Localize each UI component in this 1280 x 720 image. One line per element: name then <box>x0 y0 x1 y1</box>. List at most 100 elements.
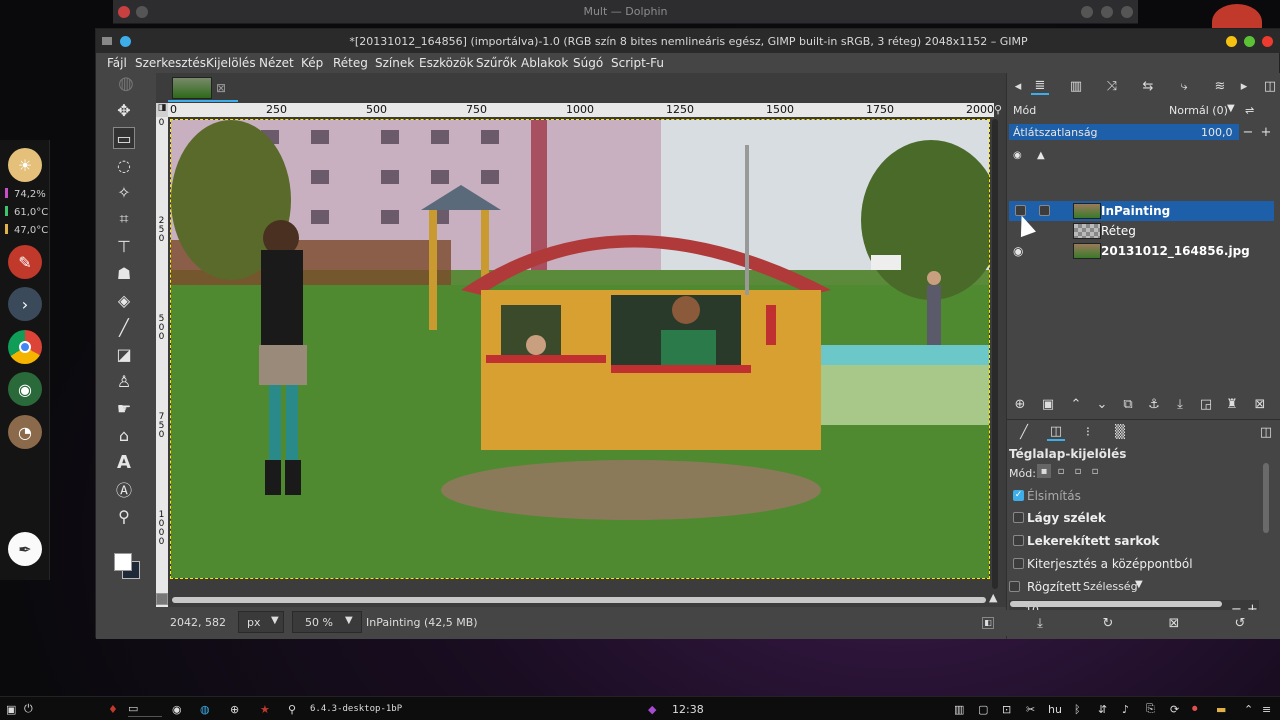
patterns-tab-icon[interactable]: ⁝ <box>1079 423 1097 441</box>
update-icon[interactable]: ⟳ <box>1170 701 1179 717</box>
menu-help[interactable]: Súgó <box>573 56 603 70</box>
zoom-select[interactable]: 50 % ▼ <box>292 611 362 633</box>
gparted-icon[interactable]: ✎ <box>8 245 42 279</box>
menu-colors[interactable]: Színek <box>375 56 414 70</box>
eraser-tool-icon[interactable]: ◪ <box>113 343 135 365</box>
menu-tools[interactable]: Eszközök <box>419 56 474 70</box>
image-tab-thumbnail[interactable] <box>172 77 212 99</box>
crop-tool-icon[interactable]: ⌗ <box>113 208 135 230</box>
duplicate-layer-icon[interactable]: ⧉ <box>1119 395 1137 413</box>
rect-select-tool-icon[interactable]: ▭ <box>113 127 135 149</box>
dolphin-maximize-button[interactable] <box>1101 6 1113 18</box>
brushes-tab-icon[interactable]: ⤷ <box>1175 77 1193 95</box>
expand-tray-icon[interactable]: ⌃ <box>1244 701 1253 717</box>
mode-intersect-icon[interactable]: ▫ <box>1088 464 1102 478</box>
antialias-checkbox[interactable]: ✓ <box>1013 490 1024 501</box>
earth-task-icon[interactable]: ◍ <box>200 701 210 717</box>
tab-close-icon[interactable]: ⊠ <box>216 81 226 95</box>
menu-view[interactable]: Nézet <box>259 56 294 70</box>
save-options-icon[interactable]: ⤓ <box>1031 614 1049 632</box>
layer-chain-toggle[interactable] <box>1039 205 1050 216</box>
network-icon[interactable]: ⇵ <box>1098 701 1107 717</box>
move-tool-icon[interactable]: ✥ <box>113 99 135 121</box>
gimp-icon[interactable]: ◔ <box>8 415 42 449</box>
layer-row[interactable]: Réteg <box>1009 221 1274 241</box>
menu-image[interactable]: Kép <box>301 56 323 70</box>
mode-replace-icon[interactable]: ▪ <box>1037 464 1051 478</box>
brush-tab-icon[interactable]: ╱ <box>1015 423 1033 441</box>
menu-filters[interactable]: Szűrők <box>476 56 517 70</box>
opacity-slider[interactable]: Átlátszatlanság 100,0 <box>1009 124 1239 140</box>
lock-icon[interactable]: ⊡ <box>1002 701 1011 717</box>
layers-alt-tab-icon[interactable]: ≋ <box>1211 77 1229 95</box>
layer-row[interactable]: InPainting <box>1009 201 1274 221</box>
merge-down-icon[interactable]: ⤓ <box>1171 395 1189 413</box>
smudge-tool-icon[interactable]: ☛ <box>113 397 135 419</box>
mask-icon[interactable]: ◲ <box>1197 395 1215 413</box>
measure-tool-icon[interactable]: Ⓐ <box>113 478 135 500</box>
scissors-icon[interactable]: ✂ <box>1026 701 1035 717</box>
options-menu-icon[interactable]: ◫ <box>1257 423 1275 441</box>
mic-muted-icon[interactable]: ⏺ <box>1192 701 1198 717</box>
rounded-checkbox[interactable] <box>1013 535 1024 546</box>
app-launcher-icon[interactable]: ▣ <box>6 701 16 717</box>
anchor-icon[interactable]: ⚓ <box>1145 395 1163 413</box>
paths-tab-icon[interactable]: ⤨ <box>1103 77 1121 95</box>
vertical-ruler[interactable]: 0 250 500 750 1000 <box>156 117 168 607</box>
feather-checkbox[interactable] <box>1013 512 1024 523</box>
pen-icon[interactable]: ✒ <box>8 532 42 566</box>
foreground-color[interactable] <box>114 553 132 571</box>
eye-icon[interactable]: ◉ <box>1013 244 1023 258</box>
menu-windows[interactable]: Ablakok <box>521 56 568 70</box>
clone-tool-icon[interactable]: ♙ <box>113 370 135 392</box>
vertical-scrollbar[interactable] <box>992 119 998 589</box>
layer-row[interactable]: ◉ 20131012_164856.jpg <box>1009 241 1274 261</box>
menu-edit[interactable]: Szerkesztés <box>135 56 206 70</box>
zoom-tool-icon[interactable]: ⚲ <box>113 505 135 527</box>
clock[interactable]: 12:38 <box>672 701 704 717</box>
horizontal-ruler[interactable]: 0 250 500 750 1000 1250 1500 1750 2000 <box>168 103 994 117</box>
star-task-icon[interactable]: ★ <box>260 701 270 717</box>
chrome-icon[interactable] <box>8 330 42 364</box>
delete-layer-icon[interactable]: ⊠ <box>1251 395 1269 413</box>
bluetooth-icon[interactable]: ᛒ <box>1074 701 1081 717</box>
unit-select[interactable]: px ▼ <box>238 611 284 633</box>
text-tool-icon[interactable]: A <box>113 451 135 473</box>
search-icon[interactable]: ⚲ <box>288 701 296 717</box>
warp-tool-icon[interactable]: ☗ <box>113 262 135 284</box>
layout-icon[interactable]: ▥ <box>954 701 964 717</box>
maximize-button[interactable] <box>1244 36 1255 47</box>
mode-select[interactable]: Normál (0) ▼ <box>1157 100 1239 120</box>
undo-history-tab-icon[interactable]: ⇆ <box>1139 77 1157 95</box>
task-icon-2[interactable]: ◉ <box>172 701 182 717</box>
ruler-corner[interactable]: ◨ <box>156 103 168 117</box>
next-icon[interactable]: › <box>8 287 42 321</box>
layers-tab-icon[interactable]: ≣ <box>1031 77 1049 95</box>
paths-tool-icon[interactable]: ⌂ <box>113 424 135 446</box>
window-task[interactable]: ▭ <box>128 701 162 717</box>
tool-options-tab-icon[interactable]: ◫ <box>1047 423 1065 441</box>
channels-tab-icon[interactable]: ▥ <box>1067 77 1085 95</box>
fixed-select[interactable]: Szélesség ▼ <box>1079 576 1149 596</box>
paintbrush-tool-icon[interactable]: ╱ <box>113 316 135 338</box>
menu-file[interactable]: Fájl <box>107 56 127 70</box>
color-swatches[interactable] <box>114 553 142 579</box>
plus-icon[interactable]: + <box>1257 123 1275 141</box>
dolphin-pin-icon[interactable] <box>136 6 148 18</box>
new-layer-icon[interactable]: ⊕ <box>1011 395 1029 413</box>
alpha-icon[interactable]: ♜ <box>1223 395 1241 413</box>
fuzzy-select-tool-icon[interactable]: ✧ <box>113 181 135 203</box>
gparted-task-icon[interactable]: ♦ <box>108 701 118 717</box>
earth-icon[interactable]: ◉ <box>8 372 42 406</box>
mode-add-icon[interactable]: ▫ <box>1054 464 1068 478</box>
menu-script-fu[interactable]: Script-Fu <box>611 56 664 70</box>
gradients-tab-icon[interactable]: ▒ <box>1111 423 1129 441</box>
minimize-button[interactable] <box>1226 36 1237 47</box>
clipboard-icon[interactable]: ⎘ <box>1146 701 1155 717</box>
scroll-right-icon[interactable]: ▸ <box>1235 77 1253 95</box>
transform-tool-icon[interactable]: ⊤ <box>113 235 135 257</box>
restore-options-icon[interactable]: ↻ <box>1099 614 1117 632</box>
weather-icon[interactable]: ☀ <box>8 148 42 182</box>
volume-icon[interactable]: ♪ <box>1122 701 1129 717</box>
scroll-left-icon[interactable]: ◂ <box>1009 77 1027 95</box>
